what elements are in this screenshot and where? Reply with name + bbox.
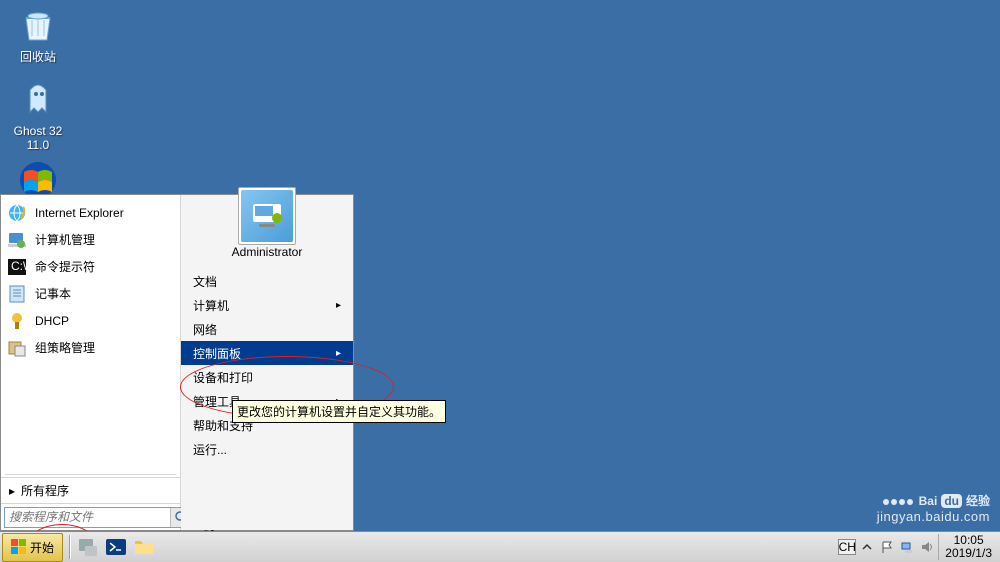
chevron-up-icon bbox=[860, 540, 874, 554]
svg-text:C:\: C:\ bbox=[11, 259, 27, 273]
menu-devices-printers[interactable]: 设备和打印 bbox=[181, 365, 353, 389]
start-menu-bottom-bar: 关机 ▸ bbox=[1, 503, 180, 530]
search-box[interactable] bbox=[4, 507, 191, 528]
start-item-notepad[interactable]: 记事本 bbox=[1, 280, 180, 307]
cmd-icon: C:\ bbox=[7, 257, 27, 277]
dhcp-icon bbox=[7, 311, 27, 331]
user-name: Administrator bbox=[232, 245, 303, 259]
menu-label: 计算机 bbox=[193, 297, 229, 314]
taskbar-pinned-powershell[interactable] bbox=[104, 535, 128, 559]
desktop-icon-label: Ghost 32 bbox=[3, 124, 73, 138]
start-item-group-policy[interactable]: 组策略管理 bbox=[1, 334, 180, 361]
separator bbox=[5, 474, 176, 475]
start-item-internet-explorer[interactable]: Internet Explorer bbox=[1, 199, 180, 226]
taskbar-pinned-explorer[interactable] bbox=[132, 535, 156, 559]
desktop[interactable]: 回收站 Ghost 32 11.0 Internet Explorer 计算机管… bbox=[0, 0, 1000, 562]
start-button[interactable]: 开始 bbox=[2, 533, 63, 562]
tray-network-icon[interactable] bbox=[898, 539, 916, 555]
group-policy-icon bbox=[7, 338, 27, 358]
start-item-computer-management[interactable]: 计算机管理 bbox=[1, 226, 180, 253]
folder-icon bbox=[133, 536, 155, 558]
start-menu: Internet Explorer 计算机管理 C:\ 命令提示符 记事本 DH… bbox=[0, 194, 354, 531]
separator bbox=[69, 535, 70, 559]
user-avatar-icon bbox=[241, 190, 293, 242]
tooltip-text: 更改您的计算机设置并自定义其功能。 bbox=[237, 405, 441, 419]
start-menu-left-panel: Internet Explorer 计算机管理 C:\ 命令提示符 记事本 DH… bbox=[1, 195, 181, 530]
speaker-icon bbox=[920, 540, 934, 554]
recycle-bin-icon bbox=[18, 6, 58, 46]
server-manager-icon bbox=[77, 536, 99, 558]
all-programs-label: 所有程序 bbox=[21, 482, 69, 499]
network-icon bbox=[900, 540, 914, 554]
start-label: 开始 bbox=[30, 539, 54, 556]
start-menu-right-panel: Administrator 文档 计算机▸ 网络 控制面板▸ 设备和打印 管理工… bbox=[181, 195, 353, 530]
desktop-icon-label: 回收站 bbox=[3, 48, 73, 65]
menu-label: 设备和打印 bbox=[193, 369, 253, 386]
user-picture[interactable] bbox=[238, 187, 296, 245]
watermark: Baidu 经验 jingyan.baidu.com bbox=[877, 492, 990, 524]
paw-icon bbox=[883, 499, 913, 505]
menu-run[interactable]: 运行... bbox=[181, 437, 353, 461]
start-item-label: Internet Explorer bbox=[35, 206, 124, 220]
menu-control-panel[interactable]: 控制面板 ▸ bbox=[181, 341, 353, 365]
taskbar-pinned-server-manager[interactable] bbox=[76, 535, 100, 559]
menu-label: 控制面板 bbox=[193, 345, 241, 362]
menu-network[interactable]: 网络 bbox=[181, 317, 353, 341]
start-item-cmd[interactable]: C:\ 命令提示符 bbox=[1, 253, 180, 280]
taskbar-clock[interactable]: 10:05 2019/1/3 bbox=[938, 534, 998, 560]
system-tray: CH 10:05 2019/1/3 bbox=[836, 532, 1000, 562]
start-item-label: 记事本 bbox=[35, 285, 71, 302]
start-item-dhcp[interactable]: DHCP bbox=[1, 307, 180, 334]
chevron-right-icon: ▸ bbox=[336, 300, 341, 311]
tray-action-center-icon[interactable] bbox=[878, 539, 896, 555]
start-item-label: 组策略管理 bbox=[35, 339, 95, 356]
flag-icon bbox=[880, 540, 894, 554]
computer-management-icon bbox=[7, 230, 27, 250]
taskbar: 开始 CH 10:05 bbox=[0, 531, 1000, 562]
tooltip: 更改您的计算机设置并自定义其功能。 bbox=[232, 400, 446, 423]
tray-volume-icon[interactable] bbox=[918, 539, 936, 555]
menu-label: 运行... bbox=[193, 441, 227, 458]
start-item-label: DHCP bbox=[35, 314, 69, 328]
menu-computer[interactable]: 计算机 ▸ bbox=[181, 293, 353, 317]
menu-documents[interactable]: 文档 bbox=[181, 269, 353, 293]
notepad-icon bbox=[7, 284, 27, 304]
powershell-icon bbox=[105, 536, 127, 558]
tray-hidden-icons-button[interactable] bbox=[858, 539, 876, 555]
desktop-icon-label-line2: 11.0 bbox=[3, 138, 73, 152]
language-indicator[interactable]: CH bbox=[838, 539, 856, 555]
menu-label: 网络 bbox=[193, 321, 217, 338]
clock-date: 2019/1/3 bbox=[945, 547, 992, 560]
arrow-right-icon: ▸ bbox=[9, 484, 15, 498]
start-item-label: 计算机管理 bbox=[35, 231, 95, 248]
desktop-icon-ghost[interactable]: Ghost 32 11.0 bbox=[3, 82, 73, 152]
menu-label: 文档 bbox=[193, 273, 217, 290]
chevron-right-icon: ▸ bbox=[336, 348, 341, 359]
desktop-icon-recycle-bin[interactable]: 回收站 bbox=[3, 6, 73, 65]
start-item-label: 命令提示符 bbox=[35, 258, 95, 275]
ghost-icon bbox=[18, 82, 58, 122]
search-input[interactable] bbox=[5, 510, 170, 524]
user-tile: Administrator bbox=[181, 195, 353, 263]
windows-logo-icon bbox=[11, 539, 27, 555]
ie-icon bbox=[7, 203, 27, 223]
all-programs-button[interactable]: ▸ 所有程序 bbox=[1, 477, 180, 503]
